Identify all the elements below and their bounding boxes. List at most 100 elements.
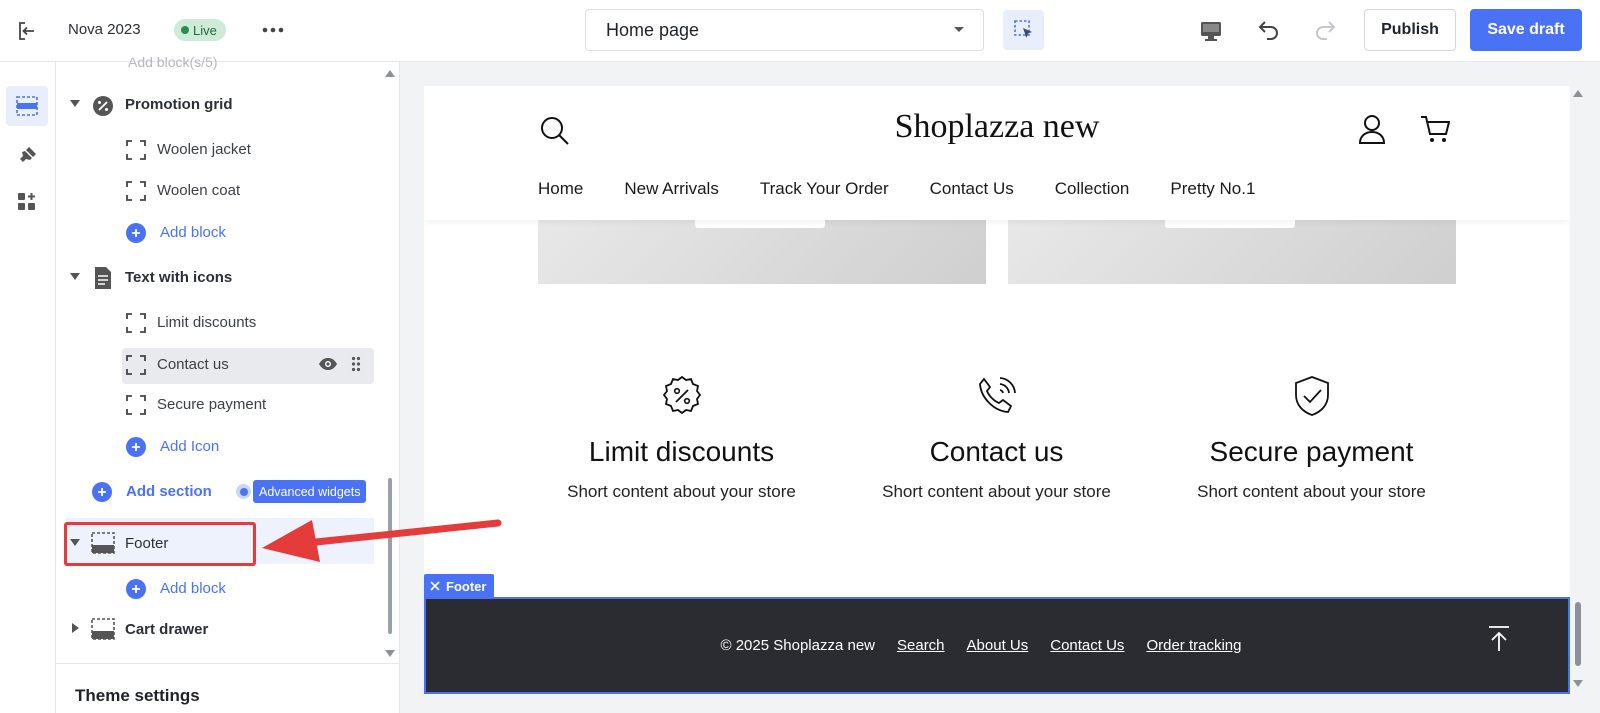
nav-link-contact-us[interactable]: Contact Us bbox=[930, 179, 1014, 199]
nav-link-collection[interactable]: Collection bbox=[1055, 179, 1130, 199]
exit-icon bbox=[19, 22, 34, 40]
shield-check-icon bbox=[1294, 376, 1329, 416]
discount-badge-icon bbox=[91, 94, 115, 118]
caret-down-icon[interactable] bbox=[70, 273, 80, 281]
footer-add-block-link[interactable]: Add block bbox=[160, 580, 226, 597]
scroll-down-icon[interactable] bbox=[385, 650, 395, 658]
section-promotion-grid[interactable]: Promotion grid bbox=[125, 96, 233, 113]
redo-button[interactable] bbox=[1311, 16, 1341, 46]
select-element-button[interactable] bbox=[1003, 10, 1044, 50]
add-plus-icon[interactable] bbox=[126, 579, 146, 599]
scroll-up-icon[interactable] bbox=[385, 70, 395, 78]
drag-handle-icon[interactable] bbox=[351, 356, 361, 372]
undo-icon bbox=[1258, 21, 1278, 40]
block-frame-icon bbox=[126, 395, 146, 415]
more-options-button[interactable] bbox=[260, 18, 286, 42]
block-secure-payment[interactable]: Secure payment bbox=[157, 396, 266, 413]
cart-icon[interactable] bbox=[1420, 114, 1450, 144]
undo-button[interactable] bbox=[1253, 16, 1283, 46]
footer-link-order-tracking[interactable]: Order tracking bbox=[1146, 637, 1241, 654]
section-text-with-icons[interactable]: Text with icons bbox=[125, 269, 232, 286]
block-frame-icon bbox=[126, 355, 146, 375]
promotion-button-2[interactable] bbox=[1165, 220, 1295, 228]
live-label: Live bbox=[193, 22, 217, 38]
sections-sidebar bbox=[56, 62, 400, 713]
footer-link-contact-us[interactable]: Contact Us bbox=[1050, 637, 1124, 654]
footer-link-search[interactable]: Search bbox=[897, 637, 945, 654]
feature-contact-us[interactable]: Contact us Short content about your stor… bbox=[839, 374, 1154, 502]
sidebar-scrollbar[interactable] bbox=[385, 66, 395, 657]
left-rail bbox=[0, 62, 56, 713]
promotion-image-1[interactable] bbox=[538, 220, 986, 284]
block-frame-icon bbox=[126, 140, 146, 160]
add-plus-icon[interactable] bbox=[126, 223, 146, 243]
account-icon[interactable] bbox=[1358, 114, 1386, 144]
block-frame-icon bbox=[126, 181, 146, 201]
close-icon[interactable] bbox=[430, 581, 440, 591]
nav-link-new-arrivals[interactable]: New Arrivals bbox=[624, 179, 718, 199]
feature-secure-payment[interactable]: Secure payment Short content about your … bbox=[1154, 374, 1469, 502]
apps-tab[interactable] bbox=[6, 182, 48, 222]
add-plus-icon[interactable] bbox=[92, 482, 112, 502]
save-draft-button[interactable]: Save draft bbox=[1470, 9, 1582, 51]
caret-down-icon[interactable] bbox=[70, 100, 80, 108]
page-select-value: Home page bbox=[606, 19, 700, 40]
footer-links: © 2025 Shoplazza new Search About Us Con… bbox=[408, 637, 1554, 654]
footer-tag-label: Footer bbox=[446, 578, 487, 594]
block-limit-discounts[interactable]: Limit discounts bbox=[157, 314, 256, 331]
block-frame-icon bbox=[126, 313, 146, 333]
sections-tab[interactable] bbox=[6, 86, 48, 126]
eye-icon[interactable] bbox=[318, 357, 338, 371]
nav-link-home[interactable]: Home bbox=[538, 179, 583, 199]
discount-badge-icon bbox=[662, 375, 701, 415]
store-header: Shoplazza new Home New Arrivals Track Yo… bbox=[424, 86, 1570, 220]
back-to-top-icon[interactable] bbox=[1486, 625, 1512, 653]
theme-styles-tab[interactable] bbox=[6, 136, 48, 176]
feature-title: Contact us bbox=[929, 436, 1064, 467]
add-plus-icon[interactable] bbox=[126, 437, 146, 457]
promotion-button-1[interactable] bbox=[695, 220, 825, 228]
cart-drawer-section-icon bbox=[91, 617, 115, 641]
more-dots-icon bbox=[262, 27, 284, 33]
block-contact-us[interactable]: Contact us bbox=[157, 356, 229, 373]
store-nav: Home New Arrivals Track Your Order Conta… bbox=[538, 179, 1296, 199]
section-cart-drawer[interactable]: Cart drawer bbox=[125, 621, 208, 638]
feature-title: Secure payment bbox=[1209, 436, 1414, 467]
scroll-down-icon[interactable] bbox=[1573, 680, 1583, 688]
publish-button[interactable]: Publish bbox=[1364, 9, 1456, 51]
scroll-up-icon[interactable] bbox=[1573, 90, 1583, 98]
canvas-scrollbar[interactable] bbox=[1570, 86, 1586, 694]
advanced-widgets-badge[interactable]: Advanced widgets bbox=[253, 480, 367, 503]
chevron-down-icon bbox=[954, 27, 964, 32]
add-block-link[interactable]: Add block bbox=[160, 224, 226, 241]
nav-link-pretty-no1[interactable]: Pretty No.1 bbox=[1170, 179, 1255, 199]
document-icon bbox=[91, 266, 115, 290]
sidebar-divider bbox=[56, 663, 400, 664]
sidebar-scroll-thumb[interactable] bbox=[388, 478, 392, 634]
footer-annotation-box bbox=[64, 522, 256, 566]
advanced-widgets-dot-icon bbox=[236, 484, 251, 499]
theme-name: Nova 2023 bbox=[68, 21, 141, 38]
add-icon-link[interactable]: Add Icon bbox=[160, 438, 219, 455]
desktop-icon bbox=[1201, 22, 1221, 41]
footer-link-about-us[interactable]: About Us bbox=[967, 637, 1029, 654]
store-footer[interactable]: © 2025 Shoplazza new Search About Us Con… bbox=[424, 597, 1570, 694]
feature-text: Short content about your store bbox=[1197, 482, 1426, 501]
nav-link-track-order[interactable]: Track Your Order bbox=[760, 179, 889, 199]
page-selector[interactable]: Home page bbox=[585, 9, 984, 51]
exit-editor-button[interactable] bbox=[14, 18, 40, 44]
top-bar: Nova 2023 Live Home page Publish Save dr… bbox=[0, 0, 1600, 62]
block-woolen-coat[interactable]: Woolen coat bbox=[157, 182, 240, 199]
feature-limit-discounts[interactable]: Limit discounts Short content about your… bbox=[524, 374, 839, 502]
canvas-scroll-thumb[interactable] bbox=[1575, 602, 1581, 666]
caret-right-icon[interactable] bbox=[72, 623, 80, 633]
select-cursor-icon bbox=[1013, 20, 1032, 38]
promotion-image-2[interactable] bbox=[1008, 220, 1456, 284]
feature-text: Short content about your store bbox=[882, 482, 1111, 501]
add-section-link[interactable]: Add section bbox=[126, 483, 212, 500]
desktop-view-button[interactable] bbox=[1196, 16, 1226, 46]
sections-icon bbox=[16, 96, 38, 116]
block-woolen-jacket[interactable]: Woolen jacket bbox=[157, 141, 251, 158]
footer-selection-tag[interactable]: Footer bbox=[424, 574, 495, 598]
theme-settings-link[interactable]: Theme settings bbox=[75, 686, 200, 706]
